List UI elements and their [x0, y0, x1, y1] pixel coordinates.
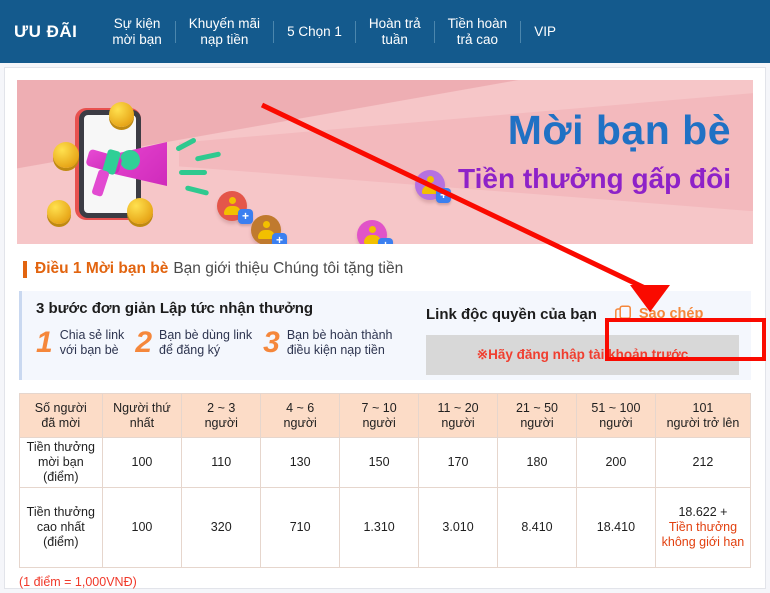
table-cell: 710 — [260, 487, 341, 568]
table-row: Tiền thưởng cao nhất (điểm) 100 320 710 … — [19, 487, 752, 568]
brand-title: ƯU ĐÃI — [14, 21, 78, 41]
table-cell: 100 — [101, 487, 183, 568]
sound-line-icon — [179, 170, 207, 175]
rewards-table-body: Tiền thưởng mời bạn (điểm) 100 110 130 1… — [19, 437, 752, 568]
friend-avatar-chip: + — [251, 215, 287, 244]
table-row-label: Tiền thưởng mời bạn (điểm) — [19, 437, 103, 488]
annotation-highlight-box — [605, 318, 766, 361]
step-text: Bạn bè hoàn thành điều kiện nạp tiền — [286, 328, 393, 357]
avatar-head-icon — [229, 197, 236, 204]
section-heading: Điều 1 Mời bạn bè Bạn giới thiệu Chúng t… — [23, 260, 765, 278]
nav-item-khuyen-mai-nap-tien[interactable]: Khuyến mãi nạp tiền — [176, 16, 273, 48]
table-cell: 170 — [418, 437, 499, 488]
table-cell: 18.410 — [575, 487, 656, 568]
page-root: ƯU ĐÃI Sự kiện mời bạn Khuyến mãi nạp ti… — [0, 0, 770, 593]
promo-banner[interactable]: + + + + — [17, 80, 753, 244]
table-header-cell: 101 người trở lên — [654, 393, 752, 438]
coin-icon — [109, 102, 134, 127]
steps-list: 1 Chia sẻ link với bạn bè 2 Bạn bè dùng … — [36, 328, 426, 358]
friend-avatar-chip: + — [357, 220, 393, 244]
table-header-cell: Người thứ nhất — [101, 393, 183, 438]
table-cell-extra: Tiền thưởng không giới hạn — [661, 520, 745, 549]
nav-item-vip[interactable]: VIP — [521, 24, 569, 40]
table-header-cell: 51 ~ 100 người — [575, 393, 656, 438]
table-cell: 150 — [339, 437, 420, 488]
referral-link-label: Link độc quyền của bạn — [426, 305, 597, 323]
table-cell-last: 18.622 + Tiền thưởng không giới hạn — [654, 487, 752, 568]
table-cell: 320 — [181, 487, 262, 568]
section-accent-bar-icon — [23, 260, 27, 278]
avatar-head-icon — [427, 176, 434, 183]
rewards-table-head: Số người đã mời Người thứ nhất 2 ~ 3 ngư… — [19, 393, 752, 438]
add-friend-plus-icon: + — [378, 238, 393, 244]
steps-heading: 3 bước đơn giản Lập tức nhận thưởng — [36, 300, 314, 317]
nav-item-su-kien-moi-ban[interactable]: Sự kiện mời bạn — [99, 16, 174, 48]
step-item-1: 1 Chia sẻ link với bạn bè — [36, 328, 124, 358]
friend-avatar-chip: + — [415, 170, 451, 203]
banner-subtitle: Tiền thưởng gấp đôi — [458, 163, 731, 194]
friend-avatar-chip: + — [217, 191, 253, 224]
coin-icon — [127, 198, 153, 224]
table-header-cell: 11 ~ 20 người — [418, 393, 499, 438]
step-item-3: 3 Bạn bè hoàn thành điều kiện nạp tiền — [263, 328, 392, 358]
avatar-head-icon — [263, 221, 270, 228]
table-cell: 130 — [260, 437, 341, 488]
table-cell: 180 — [497, 437, 577, 488]
table-header-cell: Số người đã mời — [19, 393, 103, 438]
step-number: 3 — [263, 326, 280, 359]
table-cell: 1.310 — [339, 487, 420, 568]
add-friend-plus-icon: + — [436, 188, 451, 203]
rewards-table: Số người đã mời Người thứ nhất 2 ~ 3 ngư… — [19, 393, 752, 568]
points-footnote: (1 điểm = 1,000VNĐ) — [19, 575, 137, 589]
table-cell: 8.410 — [497, 487, 577, 568]
add-friend-plus-icon: + — [272, 233, 287, 244]
step-text: Chia sẻ link với bạn bè — [59, 328, 125, 357]
table-cell: 212 — [654, 437, 752, 488]
section-heading-rest: Bạn giới thiệu Chúng tôi tặng tiền — [173, 260, 404, 277]
table-cell: 3.010 — [418, 487, 499, 568]
megaphone-inner-icon — [120, 150, 140, 170]
nav-item-5-chon-1[interactable]: 5 Chọn 1 — [274, 24, 355, 40]
banner-title: Mời bạn bè — [507, 107, 731, 153]
table-header-cell: 4 ~ 6 người — [260, 393, 341, 438]
nav-item-list: Sự kiện mời bạn Khuyến mãi nạp tiền 5 Ch… — [99, 0, 569, 111]
table-cell: 100 — [101, 437, 183, 488]
coin-icon — [53, 142, 79, 168]
table-cell: 200 — [575, 437, 656, 488]
section-heading-strong: Điều 1 Mời bạn bè — [35, 260, 169, 277]
table-header-cell: 7 ~ 10 người — [339, 393, 420, 438]
table-header-row: Số người đã mời Người thứ nhất 2 ~ 3 ngư… — [19, 393, 752, 438]
step-text: Bạn bè dùng link để đăng ký — [159, 328, 253, 357]
step-number: 2 — [135, 326, 152, 359]
table-cell-value: 18.622 + — [678, 505, 728, 519]
table-row-label: Tiền thưởng cao nhất (điểm) — [19, 487, 103, 568]
table-header-cell: 21 ~ 50 người — [497, 393, 577, 438]
nav-active-holder: Sự kiện mời bạn — [99, 16, 174, 111]
avatar-head-icon — [369, 226, 376, 233]
nav-item-tien-hoan-tra-cao[interactable]: Tiền hoàn trả cao — [435, 16, 521, 48]
table-row: Tiền thưởng mời bạn (điểm) 100 110 130 1… — [19, 437, 752, 488]
nav-item-hoan-tra-tuan[interactable]: Hoàn trả tuần — [356, 16, 434, 48]
table-header-cell: 2 ~ 3 người — [181, 393, 262, 438]
table-cell: 110 — [181, 437, 262, 488]
steps-panel-left: 3 bước đơn giản Lập tức nhận thưởng 1 Ch… — [22, 291, 426, 380]
rewards-table-wrapper: Số người đã mời Người thứ nhất 2 ~ 3 ngư… — [19, 393, 752, 568]
coin-icon — [47, 200, 71, 224]
top-navigation-bar: ƯU ĐÃI Sự kiện mời bạn Khuyến mãi nạp ti… — [0, 0, 770, 111]
step-number: 1 — [36, 326, 53, 359]
step-item-2: 2 Bạn bè dùng link để đăng ký — [135, 328, 252, 358]
